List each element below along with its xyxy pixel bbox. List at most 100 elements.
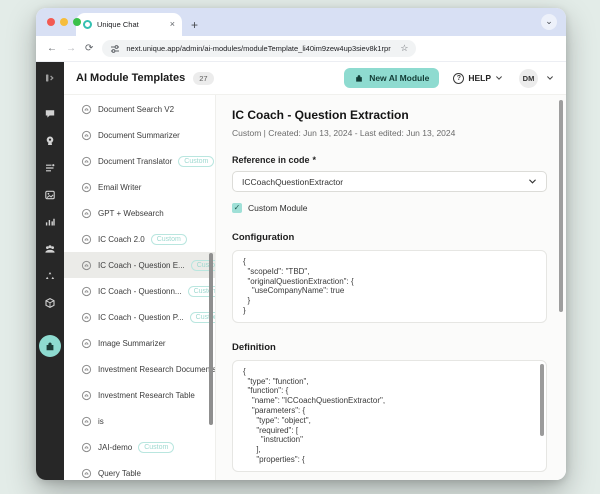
list-item-label: IC Coach 2.0 [98,235,145,244]
address-bar[interactable]: next.unique.app/admin/ai-modules/moduleT… [102,40,416,57]
reference-label-text: Reference in code [232,155,310,165]
tab-list-chevron-icon[interactable]: ⌄ [541,14,557,30]
browser-tab[interactable]: Unique Chat × [76,13,182,36]
close-window-button[interactable] [47,18,55,26]
module-circle-icon [81,104,92,115]
list-item[interactable]: IC Coach - Question P... Custom [64,304,215,330]
new-ai-module-label: New AI Module [369,73,429,83]
module-circle-icon [81,442,92,453]
assistant-icon[interactable] [43,134,57,148]
app-header: AI Module Templates 27 New AI Module ? H… [64,62,566,95]
list-item[interactable]: IC Coach - Questionn... Custom [64,278,215,304]
list-item[interactable]: Email Writer [64,174,215,200]
configuration-editor[interactable]: { "scopeId": "TBD", "originalQuestionExt… [232,250,547,323]
reference-select[interactable]: ICCoachQuestionExtractor [232,171,547,192]
image-icon[interactable] [43,188,57,202]
list-item-label: IC Coach - Question P... [98,313,184,322]
back-icon[interactable]: ← [47,44,57,54]
list-item[interactable]: Document Search V2 [64,96,215,122]
definition-code: { "type": "function", "function": { "nam… [243,367,385,464]
reload-icon[interactable]: ⟳ [85,44,93,54]
list-item[interactable]: Image Summarizer [64,330,215,356]
fullscreen-window-button[interactable] [73,18,81,26]
module-circle-icon [81,286,92,297]
list-item[interactable]: Investment Research Table [64,382,215,408]
definition-editor[interactable]: { "type": "function", "function": { "nam… [232,360,547,472]
definition-scrollbar[interactable] [540,364,544,436]
site-settings-icon[interactable] [110,44,120,54]
module-circle-icon [81,208,92,219]
user-avatar[interactable]: DM [519,69,538,88]
custom-module-label: Custom Module [248,203,308,213]
required-mark: * [313,155,317,165]
bookmark-star-icon[interactable]: ☆ [400,44,408,53]
list-item-label: GPT + Websearch [98,209,164,218]
list-item-label: Email Writer [98,183,141,192]
list-item[interactable]: Document Translator Custom [64,148,215,174]
module-circle-icon [81,130,92,141]
chat-icon[interactable] [43,107,57,121]
list-item[interactable]: Document Summarizer [64,122,215,148]
list-item-label: IC Coach - Questionn... [98,287,182,296]
list-item[interactable]: is [64,408,215,434]
hierarchy-icon[interactable] [43,269,57,283]
content-body: Document Search V2 Document Summarizer [64,95,566,480]
minimize-window-button[interactable] [60,18,68,26]
module-circle-icon [81,234,92,245]
custom-badge: Custom [151,234,187,245]
list-item-label: Document Translator [98,157,172,166]
tab-title: Unique Chat [97,20,165,29]
module-icon [354,73,364,83]
sidebar-toggle-icon[interactable] [43,71,57,85]
module-circle-icon [81,312,92,323]
browser-toolbar: ← → ⟳ next.unique.app/admin/ai-modules/m… [36,36,566,62]
ai-modules-icon[interactable] [39,335,61,357]
list-item[interactable]: Investment Research Documents [64,356,215,382]
app-frame: AI Module Templates 27 New AI Module ? H… [36,62,566,480]
tab-strip: Unique Chat × + ⌄ [36,8,566,36]
custom-badge: Custom [178,156,214,167]
list-item-label: Document Search V2 [98,105,174,114]
count-badge: 27 [193,72,213,85]
desktop: { "browser": { "tab_title": "Unique Chat… [0,0,600,494]
module-circle-icon [81,182,92,193]
nav-rail [36,62,64,480]
unique-favicon-icon [83,20,92,29]
users-icon[interactable] [43,242,57,256]
list-item[interactable]: Query Table [64,460,215,480]
prompt-list-icon[interactable] [43,161,57,175]
list-item-label: is [98,417,104,426]
forward-icon[interactable]: → [66,44,76,54]
definition-label: Definition [232,342,550,353]
account-chevron-icon[interactable] [546,75,554,81]
new-ai-module-button[interactable]: New AI Module [344,68,439,88]
browser-window: Unique Chat × + ⌄ ← → ⟳ next.unique.app/… [36,8,566,480]
custom-module-checkbox[interactable]: ✓ [232,203,242,213]
help-menu[interactable]: ? HELP [453,73,503,84]
main-panel: AI Module Templates 27 New AI Module ? H… [64,62,566,480]
list-item[interactable]: IC Coach 2.0 Custom [64,226,215,252]
list-item[interactable]: IC Coach - Question E... Custom [64,252,215,278]
new-tab-button[interactable]: + [191,19,198,31]
chevron-down-icon [495,75,503,81]
list-scrollbar[interactable] [209,253,213,425]
list-item-label: Investment Research Documents [98,365,215,374]
detail-scrollbar[interactable] [559,100,563,312]
list-item-label: IC Coach - Question E... [98,261,185,270]
url-text: next.unique.app/admin/ai-modules/moduleT… [126,44,394,53]
reference-label: Reference in code* [232,155,550,165]
list-item-label: JAI-demo [98,443,132,452]
list-item-label: Document Summarizer [98,131,180,140]
list-item[interactable]: JAI-demo Custom [64,434,215,460]
page-title: AI Module Templates [76,72,185,84]
tab-close-icon[interactable]: × [170,20,175,29]
analytics-icon[interactable] [43,215,57,229]
detail-pane: IC Coach - Question Extraction Custom | … [215,95,566,480]
module-circle-icon [81,416,92,427]
reference-value: ICCoachQuestionExtractor [242,177,343,187]
help-icon: ? [453,73,464,84]
module-circle-icon [81,364,92,375]
list-item-label: Image Summarizer [98,339,166,348]
knowledge-box-icon[interactable] [43,296,57,310]
list-item[interactable]: GPT + Websearch [64,200,215,226]
